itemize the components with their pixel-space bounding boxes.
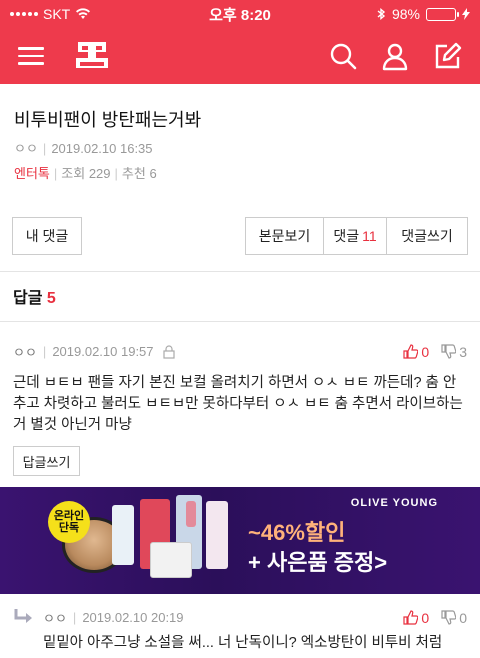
carrier-label: SKT (43, 6, 71, 22)
replies-label: 답글 (13, 290, 43, 307)
nav-bar (0, 28, 480, 84)
replies-header: 답글 5 (0, 272, 480, 322)
product-image (186, 501, 196, 527)
comment-author: ㅇㅇ (43, 611, 67, 626)
reply-button[interactable]: 답글쓰기 (13, 446, 80, 476)
vote-group: 0 0 (403, 610, 467, 626)
post-datetime: 2019.02.10 16:35 (51, 141, 153, 156)
comment-item: ㅇㅇ | 2019.02.10 20:19 0 0 밑밑아 아주그냥 소설을 써..… (0, 608, 480, 654)
separator: | (72, 610, 77, 625)
separator: | (53, 166, 58, 181)
upvote-count: 0 (421, 343, 430, 360)
downvote-count: 0 (459, 609, 467, 626)
thumbs-down-icon (441, 344, 457, 359)
comment-meta: ㅇㅇ | 2019.02.10 19:57 0 3 (13, 342, 467, 361)
comment-author: ㅇㅇ (13, 345, 37, 360)
ad-gift-text: + 사은품 증정> (248, 550, 388, 575)
post-button-group: 본문보기 댓글 11 댓글쓰기 (245, 217, 468, 255)
menu-icon[interactable] (18, 42, 44, 70)
ad-banner[interactable]: 온라인 단독 OLIVE YOUNG ~46%할인 + 사은품 증정> (0, 487, 480, 594)
top-bar: SKT 오후 8:20 98% (0, 0, 480, 84)
lock-icon[interactable] (162, 344, 176, 359)
thumbs-up-icon (403, 610, 419, 625)
comment-meta: ㅇㅇ | 2019.02.10 20:19 0 0 (13, 608, 467, 627)
reply-arrow-icon (14, 609, 32, 623)
badge-line2: 단독 (58, 522, 80, 534)
pann-logo[interactable] (72, 36, 112, 76)
separator: | (114, 166, 118, 181)
replies-count: 5 (46, 290, 56, 307)
recommend-label: 추천 (121, 166, 146, 181)
product-image (112, 505, 134, 565)
battery-icon (426, 7, 459, 21)
my-comments-button[interactable]: 내 댓글 (12, 217, 82, 255)
thumbs-up-icon (403, 344, 419, 359)
online-exclusive-badge: 온라인 단독 (48, 501, 90, 543)
upvote-count: 0 (421, 609, 430, 626)
downvote-button[interactable]: 3 (441, 344, 467, 360)
wifi-icon (76, 8, 91, 19)
ad-brand: OLIVE YOUNG (350, 497, 438, 509)
post-author: ㅇㅇ (14, 141, 38, 156)
write-comment-button[interactable]: 댓글쓰기 (386, 217, 468, 255)
separator: | (42, 344, 47, 359)
status-bar: SKT 오후 8:20 98% (0, 0, 480, 28)
product-image (150, 542, 192, 578)
bluetooth-icon (377, 8, 386, 20)
comment-datetime: 2019.02.10 20:19 (82, 610, 184, 625)
comment-item: ㅇㅇ | 2019.02.10 19:57 0 3 근데 ㅂㅌㅂ 팬들 자기 본진 … (0, 322, 480, 476)
user-icon[interactable] (380, 41, 410, 71)
post-title: 비투비팬이 방탄패는거봐 (14, 110, 202, 130)
status-left: SKT (10, 6, 91, 22)
charging-icon (462, 8, 470, 20)
search-icon[interactable] (328, 41, 358, 71)
ad-discount-text: ~46%할인 (248, 520, 346, 545)
recommend-count: 6 (149, 166, 157, 181)
edit-icon[interactable] (432, 41, 462, 71)
badge-line1: 온라인 (53, 510, 85, 522)
post-stats: 엔터톡 | 조회 229 | 추천 6 (14, 163, 466, 182)
status-right: 98% (377, 6, 470, 22)
post-category[interactable]: 엔터톡 (14, 166, 50, 181)
comment-text: 근데 ㅂㅌㅂ 팬들 자기 본진 보컬 올려치기 하면서 ㅇㅅ ㅂㅌ 까든데? 춤… (13, 375, 463, 433)
post-header: 비투비팬이 방탄패는거봐 ㅇㅇ | 2019.02.10 16:35 엔터톡 | 조회 … (0, 84, 480, 182)
downvote-count: 3 (459, 343, 467, 360)
comments-button[interactable]: 댓글 11 (323, 217, 387, 255)
views-count: 229 (88, 166, 111, 181)
comment-datetime: 2019.02.10 19:57 (52, 344, 154, 359)
upvote-button[interactable]: 0 (403, 610, 429, 626)
thumbs-down-icon (441, 610, 457, 625)
views-label: 조회 (61, 166, 86, 181)
downvote-button[interactable]: 0 (441, 610, 467, 626)
comment-text: 밑밑아 아주그냥 소설을 써... 너 난독이니? 엑소방탄이 비투비 처럼 (43, 635, 443, 651)
upvote-button[interactable]: 0 (403, 344, 429, 360)
action-buttons: 내 댓글 본문보기 댓글 11 댓글쓰기 (0, 217, 480, 255)
view-post-button[interactable]: 본문보기 (245, 217, 324, 255)
battery-percent: 98% (391, 6, 420, 22)
signal-icon (10, 12, 38, 16)
post-meta: ㅇㅇ | 2019.02.10 16:35 (14, 138, 466, 157)
product-image (206, 501, 228, 569)
comments-label: 댓글 (333, 228, 360, 244)
vote-group: 0 3 (403, 344, 467, 360)
nav-actions (328, 41, 462, 71)
comments-count: 11 (362, 228, 377, 244)
separator: | (42, 141, 47, 156)
